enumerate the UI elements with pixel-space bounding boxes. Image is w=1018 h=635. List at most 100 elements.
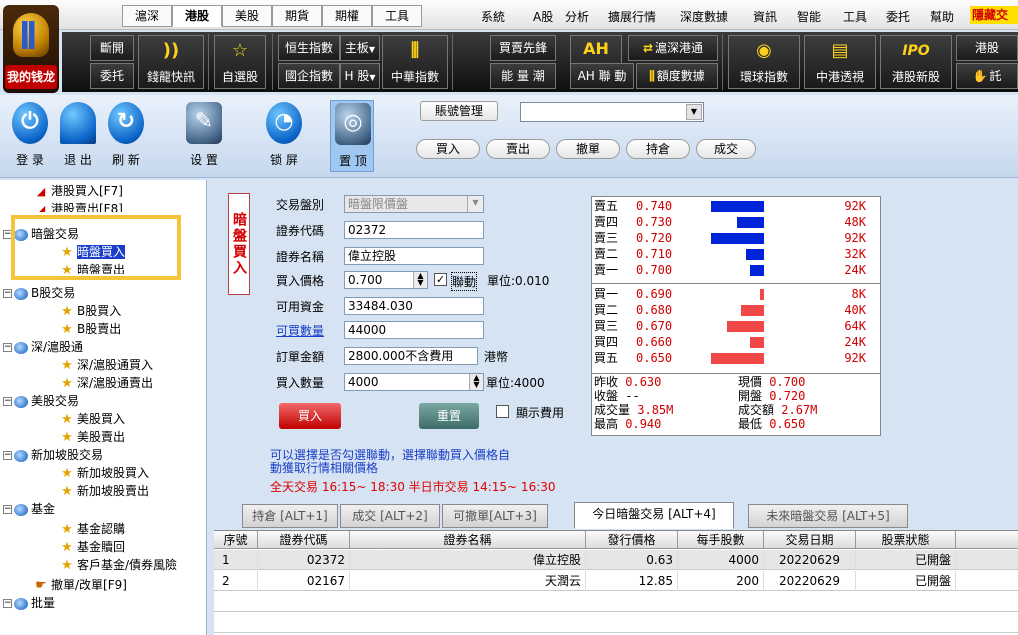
refresh-button[interactable]: ↻ 刷 新: [104, 100, 148, 172]
table-row[interactable]: 2 02167 天潤云 12.85 200 20220629 已開盤: [214, 571, 1018, 591]
edge-entrust-button[interactable]: ✋ 託: [956, 63, 1018, 89]
account-mgmt-button[interactable]: 賬號管理: [420, 101, 498, 121]
news-button[interactable]: )) 錢龍快訊: [138, 35, 204, 89]
col-code[interactable]: 證券代碼: [258, 531, 350, 549]
global-index-button[interactable]: ◉ 環球指數: [728, 35, 800, 89]
cancel-tab-button[interactable]: 撤單: [556, 139, 620, 159]
china-index-button[interactable]: ⫼ 中華指數: [382, 35, 448, 89]
menu-system[interactable]: 系統: [481, 8, 505, 25]
bid-level-row[interactable]: 買四 0.660: [594, 335, 672, 349]
holdings-tab-button[interactable]: 持倉: [626, 139, 690, 159]
tab-deals[interactable]: 成交 [ALT+2]: [340, 504, 440, 528]
collapse-icon[interactable]: −: [3, 451, 12, 460]
menu-a-share[interactable]: A股: [533, 8, 553, 25]
col-issue-price[interactable]: 發行價格: [586, 531, 678, 549]
col-trade-date[interactable]: 交易日期: [764, 531, 856, 549]
tree-group-fund[interactable]: − 基金: [3, 500, 55, 518]
collapse-icon[interactable]: −: [3, 397, 12, 406]
tree-group-batch[interactable]: − 批量: [3, 594, 55, 612]
h-share-dropdown[interactable]: H 股▼: [340, 63, 380, 89]
tree-item-connect-buy[interactable]: ★ 深/滬股通買入: [60, 356, 153, 374]
stepper-arrows-icon[interactable]: ▲ ▼: [413, 272, 427, 288]
ask-level-row[interactable]: 賣一 0.700: [594, 263, 672, 277]
hsi-button[interactable]: 恒生指數: [278, 35, 340, 61]
chevron-down-icon[interactable]: ▼: [686, 104, 702, 120]
col-name[interactable]: 證券名稱: [350, 531, 586, 549]
menu-ext-quote[interactable]: 擴展行情: [608, 8, 656, 25]
order-type-select[interactable]: 暗盤限價盤 ▼: [344, 195, 484, 213]
tree-item-us-buy[interactable]: ★ 美股買入: [60, 410, 125, 428]
bid-level-row[interactable]: 買三 0.670: [594, 319, 672, 333]
menu-tools[interactable]: 工具: [843, 8, 867, 25]
collapse-icon[interactable]: −: [3, 289, 12, 298]
code-input[interactable]: 02372: [344, 221, 484, 239]
menu-info[interactable]: 資訊: [753, 8, 777, 25]
tab-cancelable[interactable]: 可撤單[ALT+3]: [442, 504, 548, 528]
ask-level-row[interactable]: 賣四 0.730: [594, 215, 672, 229]
disconnect-button[interactable]: 斷開: [90, 35, 134, 61]
ask-level-row[interactable]: 賣五 0.740: [594, 199, 672, 213]
bid-level-row[interactable]: 買一 0.690: [594, 287, 672, 301]
menu-entrust[interactable]: 委托: [886, 8, 910, 25]
tree-item-b-buy[interactable]: ★ B股買入: [60, 302, 121, 320]
app-logo[interactable]: 我的钱龙: [3, 5, 59, 93]
table-row[interactable]: 1 02372 偉立控股 0.63 4000 20220629 已開盤: [214, 550, 1018, 570]
tree-item-connect-sell[interactable]: ★ 深/滬股通賣出: [60, 374, 153, 392]
collapse-icon[interactable]: −: [3, 343, 12, 352]
tree-item-cancel-modify[interactable]: ☛ 撤單/改單[F9]: [34, 576, 127, 594]
tab-hk[interactable]: 港股: [172, 5, 222, 27]
tree-group-us[interactable]: − 美股交易: [3, 392, 79, 410]
logout-button[interactable]: 退 出: [56, 100, 100, 172]
tab-shsz[interactable]: 滬深: [122, 5, 172, 27]
qty-stepper[interactable]: 4000 ▲ ▼: [344, 373, 484, 391]
reset-button[interactable]: 重置: [419, 403, 479, 429]
ipo-button[interactable]: IPO 港股新股: [880, 35, 952, 89]
hk-edge-button[interactable]: 港股: [956, 35, 1018, 61]
tab-future-grey[interactable]: 未來暗盤交易 [ALT+5]: [748, 504, 908, 528]
collapse-icon[interactable]: −: [3, 599, 12, 608]
tree-item-sg-sell[interactable]: ★ 新加坡股賣出: [60, 482, 149, 500]
energy-tide-button[interactable]: 能 量 潮: [490, 63, 556, 89]
tree-item-fund-sub[interactable]: ★ 基金認購: [60, 520, 125, 538]
stepper-arrows-icon[interactable]: ▲ ▼: [469, 374, 483, 390]
entrust-button[interactable]: 委托: [90, 63, 134, 89]
bid-level-row[interactable]: 買五 0.650: [594, 351, 672, 365]
qty-avail-link[interactable]: 可買數量: [276, 322, 324, 339]
tab-options[interactable]: 期權: [322, 5, 372, 27]
login-button[interactable]: ⏻ 登 录: [8, 100, 52, 172]
tree-item-sg-buy[interactable]: ★ 新加坡股買入: [60, 464, 149, 482]
col-seq[interactable]: 序號: [214, 531, 258, 549]
buy-tab-button[interactable]: 買入: [416, 139, 480, 159]
mainboard-dropdown[interactable]: 主板▼: [340, 35, 380, 61]
tree-group-sg[interactable]: − 新加坡股交易: [3, 446, 103, 464]
sell-tab-button[interactable]: 賣出: [486, 139, 550, 159]
bid-pioneer-button[interactable]: 買賣先鋒: [490, 35, 556, 61]
watchlist-button[interactable]: ☆ 自選股: [214, 35, 266, 89]
tree-item-fund-risk[interactable]: ★ 客戶基金/債券風險: [60, 556, 177, 574]
ask-level-row[interactable]: 賣三 0.720: [594, 231, 672, 245]
pin-top-button[interactable]: ◎ 置 顶: [330, 100, 374, 172]
col-lot-size[interactable]: 每手股數: [678, 531, 764, 549]
tab-futures[interactable]: 期貨: [272, 5, 322, 27]
tree-group-stock-connect[interactable]: − 深/滬股通: [3, 338, 83, 356]
submit-buy-button[interactable]: 買入: [279, 403, 341, 429]
menu-hide-trade[interactable]: 隱藏交: [970, 6, 1018, 24]
tab-tools[interactable]: 工具: [372, 5, 422, 27]
show-fee-checkbox[interactable]: [496, 405, 509, 418]
menu-analysis[interactable]: 分析: [565, 8, 589, 25]
ask-level-row[interactable]: 賣二 0.710: [594, 247, 672, 261]
hk-connect-button[interactable]: ⇄ 滬深港通: [628, 35, 718, 61]
menu-depth-data[interactable]: 深度數據: [680, 8, 728, 25]
tree-item-hk-buy[interactable]: ◢ 港股買入[F7]: [34, 182, 123, 200]
tree-group-b-share[interactable]: − B股交易: [3, 284, 75, 302]
ah-link-button[interactable]: AH 聯 動: [570, 63, 634, 89]
tab-today-grey[interactable]: 今日暗盤交易 [ALT+4]: [574, 502, 734, 529]
quota-data-button[interactable]: ⫼ 額度數據: [636, 63, 718, 89]
tree-item-b-sell[interactable]: ★ B股賣出: [60, 320, 121, 338]
price-stepper[interactable]: 0.700 ▲ ▼: [344, 271, 428, 289]
settings-button[interactable]: ✎ 设 置: [182, 100, 226, 172]
cn-hk-view-button[interactable]: ▤ 中港透視: [804, 35, 876, 89]
tab-holdings[interactable]: 持倉 [ALT+1]: [242, 504, 338, 528]
hsce-button[interactable]: 國企指數: [278, 63, 340, 89]
tree-item-hk-sell[interactable]: ◢ 港股賣出[F8]: [34, 200, 123, 212]
